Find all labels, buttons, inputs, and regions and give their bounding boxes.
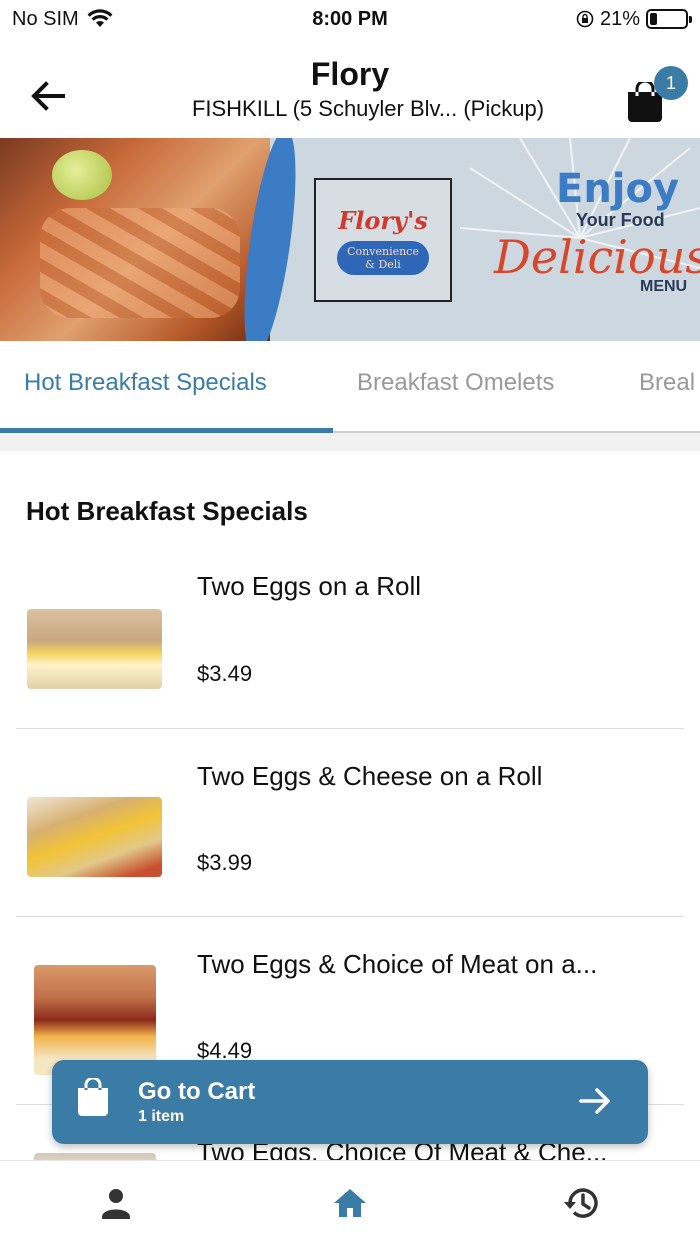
- go-to-cart-button[interactable]: Go to Cart 1 item: [52, 1060, 648, 1144]
- logo-name: Flory's: [338, 205, 428, 235]
- menu-item[interactable]: Two Eggs & Cheese on a Roll $3.99: [16, 729, 684, 917]
- status-right: 21%: [576, 7, 692, 31]
- restaurant-logo: Flory's Convenience & Deli: [314, 178, 452, 302]
- tab-hot-breakfast-specials[interactable]: Hot Breakfast Specials: [24, 369, 267, 397]
- item-name: Two Eggs & Cheese on a Roll: [197, 761, 543, 791]
- item-image: [27, 609, 162, 689]
- logo-line2: & Deli: [365, 257, 401, 271]
- food-photo: [0, 138, 270, 341]
- history-icon[interactable]: [562, 1183, 602, 1223]
- tab-third[interactable]: Breal: [639, 369, 695, 397]
- tab-breakfast-omelets[interactable]: Breakfast Omelets: [357, 369, 554, 397]
- bottom-nav: [0, 1160, 700, 1244]
- person-icon[interactable]: [96, 1183, 136, 1223]
- item-image: [27, 797, 162, 877]
- item-name: Two Eggs on a Roll: [197, 571, 422, 601]
- go-to-cart-label: Go to Cart: [138, 1078, 256, 1105]
- orientation-lock-icon: [576, 10, 594, 28]
- battery-percent: 21%: [599, 7, 640, 30]
- item-image: [34, 965, 156, 1075]
- logo-pill: Convenience & Deli: [337, 240, 429, 275]
- status-left: No SIM: [12, 8, 113, 31]
- arrow-right-icon: [579, 1088, 610, 1114]
- shopping-bag-icon: [78, 1078, 108, 1116]
- status-bar: No SIM 8:00 PM 21%: [0, 0, 700, 38]
- section-title: Hot Breakfast Specials: [26, 496, 308, 526]
- battery-fill: [650, 13, 658, 25]
- battery-icon: [646, 9, 692, 29]
- home-icon[interactable]: [330, 1183, 370, 1223]
- store-location[interactable]: FISHKILL (5 Schuyler Blv... (Pickup): [0, 96, 700, 122]
- logo-line1: Convenience: [347, 244, 419, 258]
- banner-enjoy: Enjoy: [556, 166, 680, 212]
- banner-menu: MENU: [640, 278, 688, 295]
- item-name: Two Eggs & Choice of Meat on a...: [197, 949, 598, 979]
- wifi-icon: [87, 9, 113, 27]
- page-title: Flory: [310, 56, 390, 92]
- tab-spacer: [0, 433, 700, 451]
- banner-your-food: Your Food: [576, 210, 665, 230]
- cart-count-badge: 1: [654, 66, 688, 100]
- cart-item-count: 1 item: [138, 1108, 185, 1125]
- item-price: $3.49: [197, 661, 253, 686]
- restaurant-banner: Flory's Convenience & Deli Enjoy Your Fo…: [0, 138, 700, 341]
- menu-item[interactable]: Two Eggs on a Roll $3.49: [16, 545, 684, 729]
- carrier-label: No SIM: [12, 7, 79, 30]
- header: Flory FISHKILL (5 Schuyler Blv... (Picku…: [0, 44, 700, 138]
- item-price: $3.99: [197, 850, 253, 875]
- category-tabs: Hot Breakfast Specials Breakfast Omelets…: [0, 341, 700, 433]
- banner-delicious: Delicious: [494, 230, 700, 284]
